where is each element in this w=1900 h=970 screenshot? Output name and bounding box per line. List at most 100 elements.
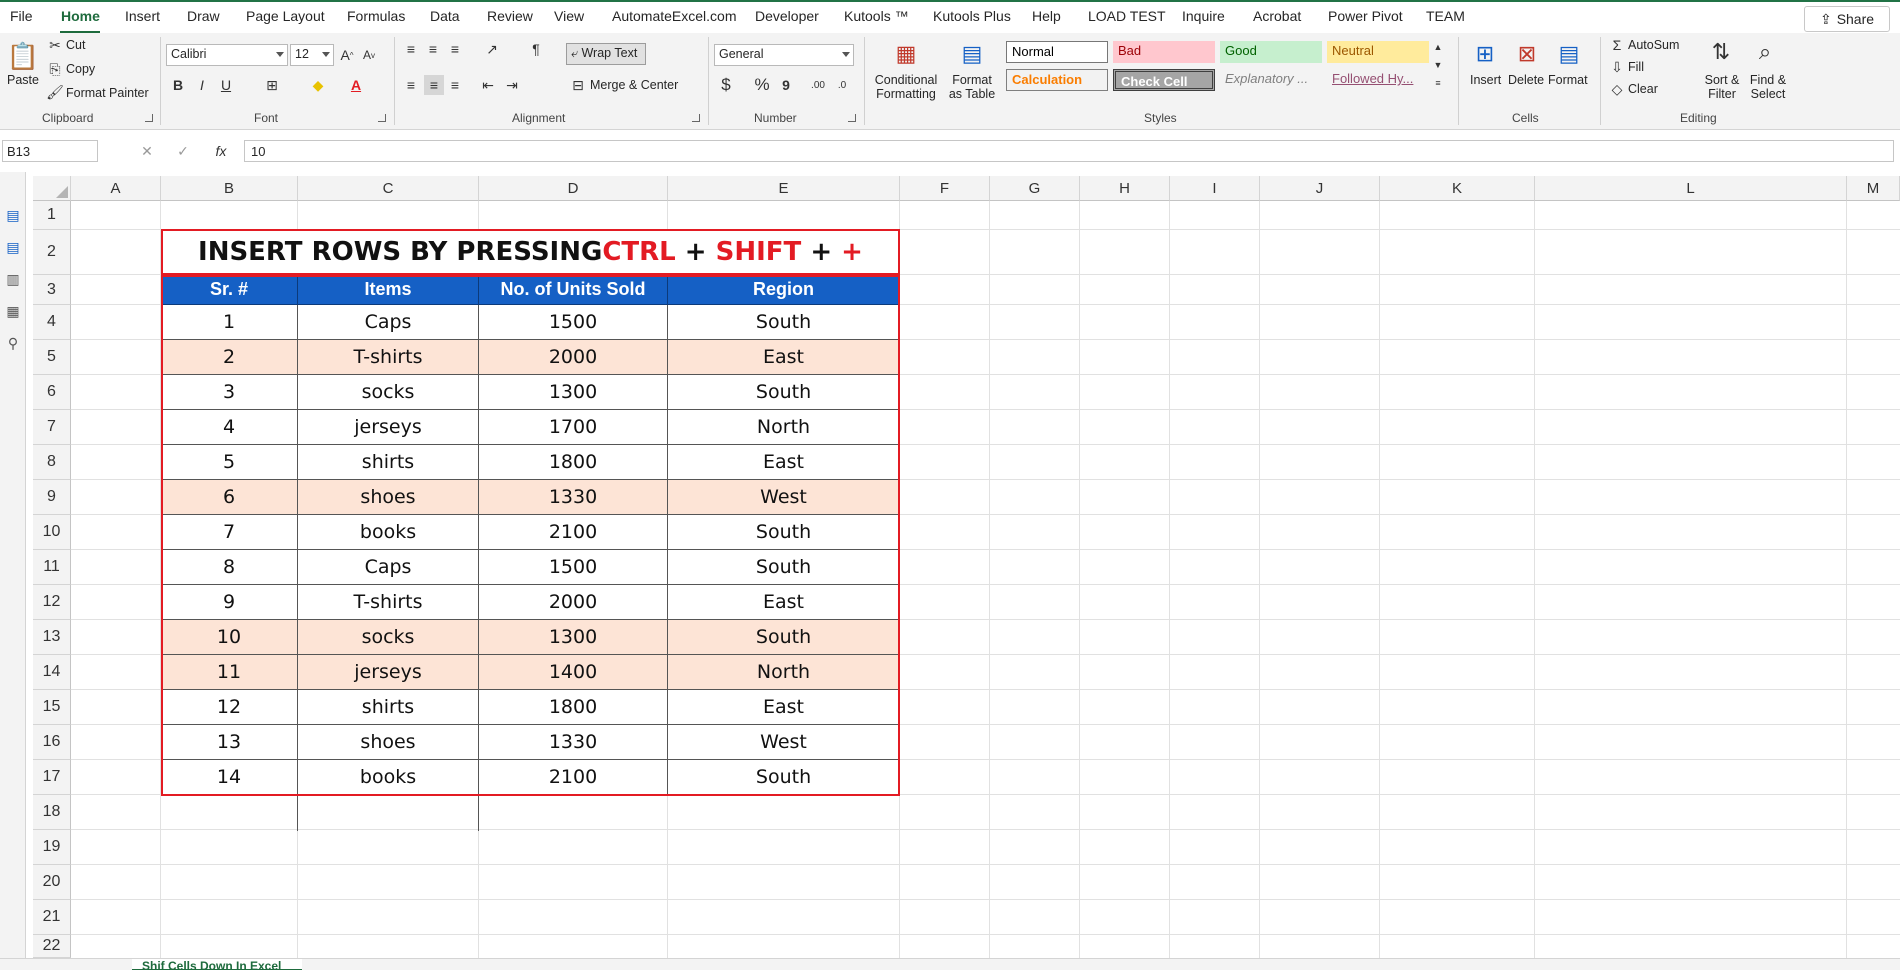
number-launcher[interactable] [848, 114, 856, 122]
column-header-d[interactable]: D [479, 176, 668, 201]
currency-button[interactable]: $ [718, 75, 734, 95]
menu-help[interactable]: Help [1032, 8, 1061, 24]
menu-file[interactable]: File [10, 8, 33, 24]
autosum-button[interactable]: AutoSum [1628, 38, 1679, 52]
clear-button[interactable]: Clear [1628, 82, 1658, 96]
menu-insert[interactable]: Insert [125, 8, 160, 24]
cell-item[interactable]: books [298, 515, 479, 550]
menu-formulas[interactable]: Formulas [347, 8, 405, 24]
row-header-7[interactable]: 7 [33, 410, 71, 445]
cell-sr[interactable]: 8 [161, 550, 298, 585]
cell-sr[interactable]: 12 [161, 690, 298, 725]
format-as-table-icon[interactable]: ▤ [958, 39, 986, 69]
cell-item[interactable]: shirts [298, 445, 479, 480]
region-header[interactable]: Region [668, 275, 900, 305]
menu-kutools[interactable]: Kutools ™ [844, 8, 909, 24]
table-title[interactable]: INSERT ROWS BY PRESSING CTRL + SHIFT + + [161, 229, 900, 275]
italic-button[interactable]: I [194, 75, 210, 95]
menu-data[interactable]: Data [430, 8, 460, 24]
cell-sr[interactable]: 3 [161, 375, 298, 410]
cell-units[interactable]: 1300 [479, 375, 668, 410]
cell-units[interactable]: 1330 [479, 725, 668, 760]
cell-item[interactable]: books [298, 760, 479, 795]
align-left-icon[interactable]: ≡ [402, 75, 420, 95]
cell-sr[interactable]: 7 [161, 515, 298, 550]
cell-sr[interactable]: 13 [161, 725, 298, 760]
format-cells-icon[interactable]: ▤ [1554, 39, 1584, 69]
sheet-tab[interactable]: Shif Cells Down In Excel [132, 959, 302, 970]
menu-page-layout[interactable]: Page Layout [246, 8, 325, 24]
cell-region[interactable]: South [668, 515, 900, 550]
style-normal[interactable]: Normal [1006, 41, 1108, 63]
cell-region[interactable]: East [668, 340, 900, 375]
cell-sr[interactable]: 2 [161, 340, 298, 375]
percent-button[interactable]: % [752, 75, 772, 95]
format-cells-button[interactable]: Format [1548, 73, 1588, 87]
orientation-icon[interactable]: ↗ [480, 41, 504, 57]
style-good[interactable]: Good [1220, 41, 1322, 63]
cell-region[interactable]: South [668, 305, 900, 340]
name-box[interactable]: B13 [2, 140, 98, 162]
cell-region[interactable]: South [668, 760, 900, 795]
cell-units[interactable]: 1300 [479, 620, 668, 655]
bold-button[interactable]: B [170, 75, 186, 95]
menu-kutools-plus[interactable]: Kutools Plus [933, 8, 1011, 24]
column-header-i[interactable]: I [1170, 176, 1260, 201]
cut-button[interactable]: Cut [66, 38, 85, 52]
increase-decimal-icon[interactable]: .00 [808, 75, 828, 95]
row-header-1[interactable]: 1 [33, 201, 71, 230]
font-launcher[interactable] [378, 114, 386, 122]
align-top-icon[interactable]: ≡ [402, 41, 420, 57]
column-header-b[interactable]: B [161, 176, 298, 201]
share-button[interactable]: ⇪ Share [1804, 6, 1890, 32]
decrease-decimal-icon[interactable]: .0 [832, 75, 852, 95]
style-calculation[interactable]: Calculation [1006, 69, 1108, 91]
cell-region[interactable]: North [668, 410, 900, 445]
font-color-icon[interactable]: A [346, 75, 366, 95]
panel-icon[interactable]: ▤ [4, 206, 22, 224]
cell-region[interactable]: South [668, 550, 900, 585]
row-header-2[interactable]: 2 [33, 230, 71, 275]
cell-region[interactable]: South [668, 620, 900, 655]
row-header-19[interactable]: 19 [33, 830, 71, 865]
row-header-4[interactable]: 4 [33, 305, 71, 340]
row-header-16[interactable]: 16 [33, 725, 71, 760]
increase-indent-icon[interactable]: ⇥ [502, 75, 522, 95]
conditional-formatting-icon[interactable]: ▦ [892, 39, 920, 69]
cell-units[interactable]: 2000 [479, 340, 668, 375]
row-header-15[interactable]: 15 [33, 690, 71, 725]
column-header-g[interactable]: G [990, 176, 1080, 201]
cell-sr[interactable]: 4 [161, 410, 298, 445]
cell-units[interactable]: 1800 [479, 690, 668, 725]
decrease-font-icon[interactable]: Av [360, 45, 378, 65]
cell-region[interactable]: West [668, 725, 900, 760]
column-header-j[interactable]: J [1260, 176, 1380, 201]
paragraph-icon[interactable]: ¶ [524, 41, 548, 57]
style-check-cell[interactable]: Check Cell [1113, 69, 1215, 91]
row-header-3[interactable]: 3 [33, 275, 71, 305]
cell-units[interactable]: 1330 [479, 480, 668, 515]
number-format-select[interactable]: General [714, 44, 854, 66]
column-header-h[interactable]: H [1080, 176, 1170, 201]
row-header-17[interactable]: 17 [33, 760, 71, 795]
units-header[interactable]: No. of Units Sold [479, 275, 668, 305]
column-header-c[interactable]: C [298, 176, 479, 201]
align-bottom-icon[interactable]: ≡ [446, 41, 464, 57]
column-header-e[interactable]: E [668, 176, 900, 201]
cell-item[interactable]: T-shirts [298, 585, 479, 620]
format-painter-button[interactable]: Format Painter [66, 86, 149, 100]
menu-view[interactable]: View [554, 8, 584, 24]
cell-item[interactable]: socks [298, 620, 479, 655]
cell-units[interactable]: 1800 [479, 445, 668, 480]
borders-icon[interactable]: ⊞ [262, 75, 282, 95]
cell-sr[interactable]: 6 [161, 480, 298, 515]
insert-cells-button[interactable]: Insert [1470, 73, 1501, 87]
insert-function-button[interactable]: fx [210, 142, 232, 160]
cell-item[interactable]: socks [298, 375, 479, 410]
align-middle-icon[interactable]: ≡ [424, 41, 442, 57]
styles-more-icon[interactable]: ≡ [1432, 75, 1444, 91]
column-header-a[interactable]: A [71, 176, 161, 201]
menu-automateexcel[interactable]: AutomateExcel.com [612, 8, 737, 24]
style-explanatory[interactable]: Explanatory ... [1220, 69, 1322, 91]
row-header-8[interactable]: 8 [33, 445, 71, 480]
